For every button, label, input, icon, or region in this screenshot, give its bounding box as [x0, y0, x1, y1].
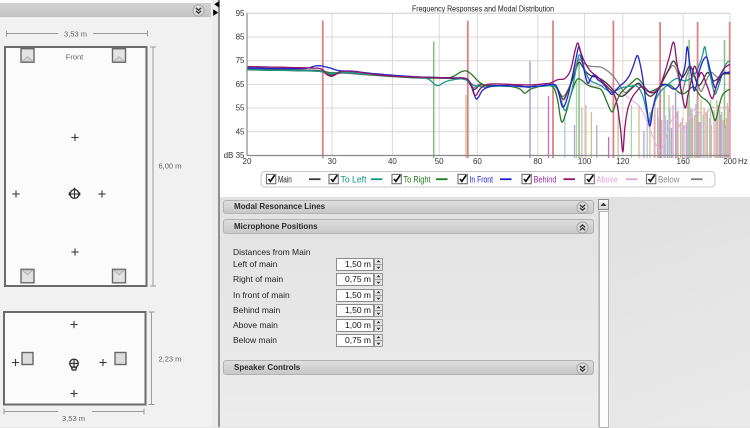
svg-text:50: 50: [435, 157, 444, 166]
svg-text:6,00 m: 6,00 m: [159, 162, 182, 171]
svg-text:To Right: To Right: [404, 175, 431, 185]
svg-text:3,53 m: 3,53 m: [64, 29, 87, 38]
svg-text:120: 120: [616, 157, 630, 166]
svg-text:Hz: Hz: [738, 157, 748, 166]
svg-text:2,23 m: 2,23 m: [159, 355, 182, 364]
svg-text:In Front: In Front: [470, 175, 494, 185]
svg-text:45: 45: [236, 127, 245, 136]
svg-text:Behind: Behind: [534, 175, 557, 185]
svg-text:65: 65: [236, 80, 245, 89]
svg-text:160: 160: [677, 157, 691, 166]
svg-text:80: 80: [533, 157, 542, 166]
svg-text:75: 75: [236, 56, 245, 65]
svg-text:85: 85: [236, 33, 245, 42]
svg-text:Frequency Responses and Modal: Frequency Responses and Modal Distributi…: [412, 5, 554, 14]
svg-text:Above: Above: [597, 175, 618, 185]
svg-text:Front: Front: [66, 53, 84, 62]
svg-text:60: 60: [473, 157, 482, 166]
svg-text:30: 30: [328, 157, 337, 166]
svg-text:To Left: To Left: [341, 175, 367, 185]
svg-text:100: 100: [578, 157, 592, 166]
svg-text:40: 40: [388, 157, 397, 166]
svg-text:20: 20: [243, 157, 252, 166]
svg-text:55: 55: [236, 104, 245, 113]
svg-text:95: 95: [236, 9, 245, 18]
svg-text:3,53 m: 3,53 m: [62, 414, 85, 423]
svg-text:200: 200: [723, 157, 737, 166]
svg-text:Below: Below: [658, 175, 680, 185]
svg-text:Main: Main: [278, 175, 292, 185]
